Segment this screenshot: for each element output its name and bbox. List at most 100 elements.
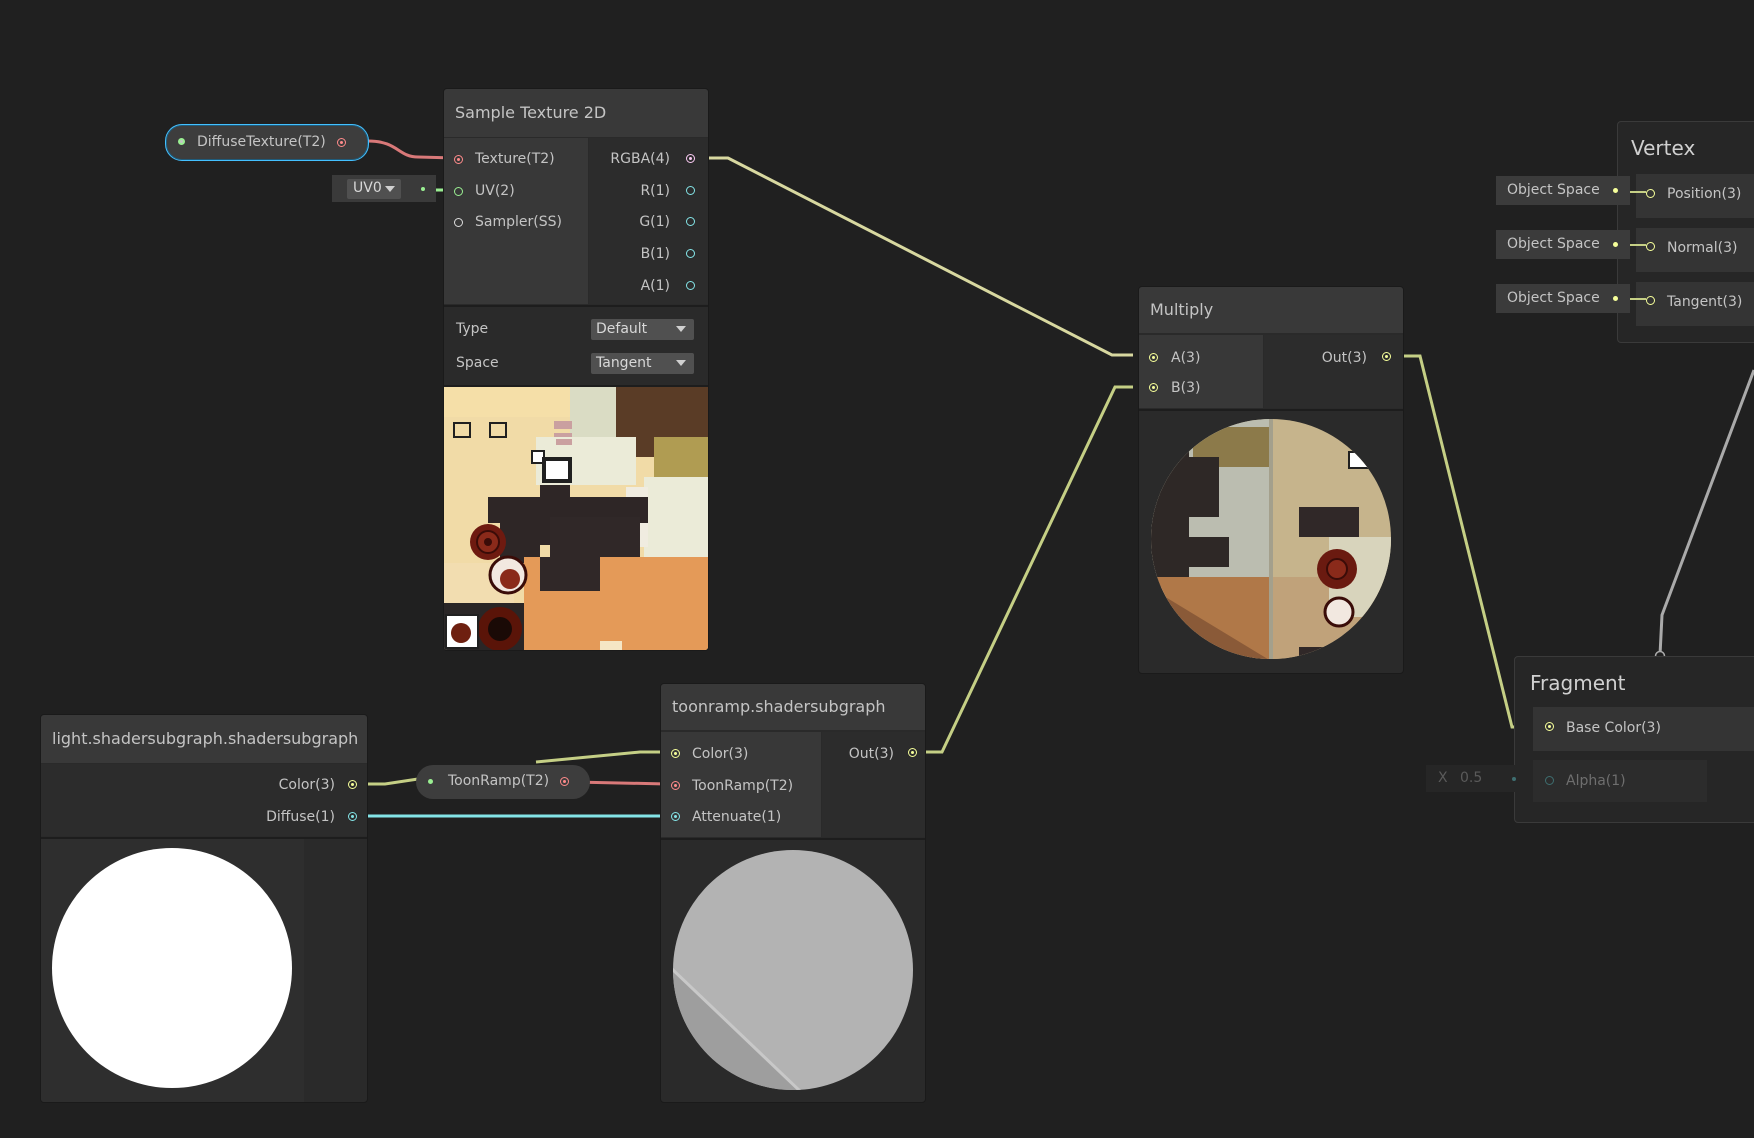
- texture-input-port[interactable]: [454, 155, 463, 164]
- position-input-port[interactable]: [1646, 189, 1655, 198]
- space-value: Tangent: [596, 355, 652, 371]
- normal-space-field[interactable]: Object Space: [1496, 230, 1630, 259]
- b-output-port[interactable]: [686, 249, 695, 258]
- tangent-space-field[interactable]: Object Space: [1496, 284, 1630, 313]
- uv-channel-dropdown[interactable]: UV0: [347, 179, 401, 199]
- alpha-default-field[interactable]: X 0.5: [1426, 765, 1526, 792]
- g-output-port[interactable]: [686, 217, 695, 226]
- wire-light-color[interactable]: [360, 777, 419, 786]
- diffuse-output-port[interactable]: [348, 812, 357, 821]
- base-color-input-port[interactable]: [1545, 722, 1554, 731]
- field-dot: [1613, 188, 1618, 193]
- tangent-label: Tangent(3): [1667, 294, 1743, 310]
- diffuse-output-label: Diffuse(1): [266, 809, 335, 825]
- toonramp-subgraph-node[interactable]: toonramp.shadersubgraph Color(3) ToonRam…: [660, 683, 926, 1103]
- uv-channel-value: UV0: [353, 180, 382, 196]
- input-ports-column: [1139, 335, 1263, 408]
- property-left-dot: [178, 138, 185, 145]
- b-input-label: B(3): [1171, 380, 1201, 396]
- wire-vertex-position-up: [1658, 369, 1754, 656]
- a-output-port[interactable]: [686, 281, 695, 290]
- output-ports-column: [41, 764, 367, 836]
- normal-space-value: Object Space: [1507, 236, 1600, 252]
- toonramp-property-label: ToonRamp(T2): [448, 773, 550, 789]
- node-title: toonramp.shadersubgraph: [661, 684, 925, 730]
- chevron-down-icon: [676, 326, 686, 332]
- color-output-label: Color(3): [278, 777, 335, 793]
- vertex-block[interactable]: Vertex Position(3) Normal(3) Tangent(3): [1617, 121, 1754, 343]
- a-output-label: A(1): [640, 278, 670, 294]
- toonramp-preview-sphere: [673, 850, 913, 1090]
- field-dot: [1613, 296, 1618, 301]
- wire-texture[interactable]: [367, 139, 456, 160]
- type-dropdown[interactable]: Default: [591, 319, 694, 340]
- tangent-space-value: Object Space: [1507, 290, 1600, 306]
- position-space-field[interactable]: Object Space: [1496, 176, 1630, 205]
- alpha-label: Alpha(1): [1566, 773, 1626, 789]
- uv-input-port[interactable]: [454, 187, 463, 196]
- toonramp-input-port[interactable]: [671, 781, 680, 790]
- toonramp-output-port[interactable]: [560, 777, 569, 786]
- color-input-port[interactable]: [671, 749, 680, 758]
- a-input-port[interactable]: [1149, 353, 1158, 362]
- toonramp-input-label: ToonRamp(T2): [692, 778, 794, 794]
- toonramp-property[interactable]: ToonRamp(T2): [416, 765, 590, 799]
- settings-divider: [444, 305, 708, 307]
- space-label: Space: [456, 355, 499, 371]
- wire-toonramp-color[interactable]: [535, 750, 667, 764]
- texture-preview-image: [444, 387, 708, 650]
- multiply-node[interactable]: Multiply A(3) B(3) Out(3): [1138, 286, 1404, 674]
- sampler-input-port[interactable]: [454, 218, 463, 227]
- color-output-port[interactable]: [348, 780, 357, 789]
- space-dropdown[interactable]: Tangent: [591, 353, 694, 374]
- output-ports-column: [1264, 335, 1403, 408]
- chevron-down-icon: [385, 186, 395, 192]
- fragment-block[interactable]: Fragment Base Color(3) Alpha(1): [1514, 656, 1754, 823]
- field-dot: [1512, 777, 1516, 781]
- position-label: Position(3): [1667, 186, 1742, 202]
- node-title: Multiply: [1139, 287, 1403, 333]
- tangent-input-port[interactable]: [1646, 296, 1655, 305]
- normal-label: Normal(3): [1667, 240, 1738, 256]
- sampler-input-label: Sampler(SS): [475, 214, 562, 230]
- alpha-axis-label: X: [1438, 770, 1448, 786]
- rgba-output-port[interactable]: [686, 154, 695, 163]
- color-input-label: Color(3): [692, 746, 749, 762]
- uv-input-label: UV(2): [475, 183, 515, 199]
- sample-texture-2d-node[interactable]: Sample Texture 2D Texture(T2) UV(2) Samp…: [443, 88, 709, 651]
- wire-rgba-to-a[interactable]: [708, 156, 1133, 357]
- diffuse-texture-property[interactable]: DiffuseTexture(T2): [165, 124, 369, 161]
- type-value: Default: [596, 321, 648, 337]
- alpha-input-port[interactable]: [1545, 776, 1554, 785]
- light-subgraph-node[interactable]: light.shadersubgraph.shadersubgraph Colo…: [40, 714, 368, 1103]
- b-output-label: B(1): [640, 246, 670, 262]
- chevron-down-icon: [676, 360, 686, 366]
- texture-input-label: Texture(T2): [475, 151, 555, 167]
- normal-link: [1630, 244, 1646, 246]
- b-input-port[interactable]: [1149, 383, 1158, 392]
- position-link: [1630, 191, 1646, 193]
- out-output-label: Out(3): [848, 746, 894, 762]
- position-space-value: Object Space: [1507, 182, 1600, 198]
- alpha-value: 0.5: [1460, 770, 1483, 786]
- light-preview-sphere: [52, 848, 292, 1088]
- preview-divider: [661, 838, 925, 840]
- r-output-port[interactable]: [686, 186, 695, 195]
- wire-toonramp-out-to-b[interactable]: [916, 385, 1133, 754]
- a-input-label: A(3): [1171, 350, 1201, 366]
- preview-divider: [1139, 409, 1403, 411]
- out-output-label: Out(3): [1321, 350, 1367, 366]
- diffuse-texture-output-port[interactable]: [337, 138, 346, 147]
- node-title: Sample Texture 2D: [444, 89, 708, 137]
- r-output-label: R(1): [640, 183, 670, 199]
- multiply-preview-sphere: [1151, 419, 1391, 659]
- tangent-link: [1630, 298, 1646, 300]
- type-label: Type: [456, 321, 489, 337]
- out-output-port[interactable]: [908, 748, 917, 757]
- uv-channel-field[interactable]: UV0: [332, 175, 436, 202]
- uv-field-dot: [421, 187, 425, 191]
- attenuate-input-label: Attenuate(1): [692, 809, 782, 825]
- attenuate-input-port[interactable]: [671, 812, 680, 821]
- out-output-port[interactable]: [1382, 352, 1391, 361]
- normal-input-port[interactable]: [1646, 242, 1655, 251]
